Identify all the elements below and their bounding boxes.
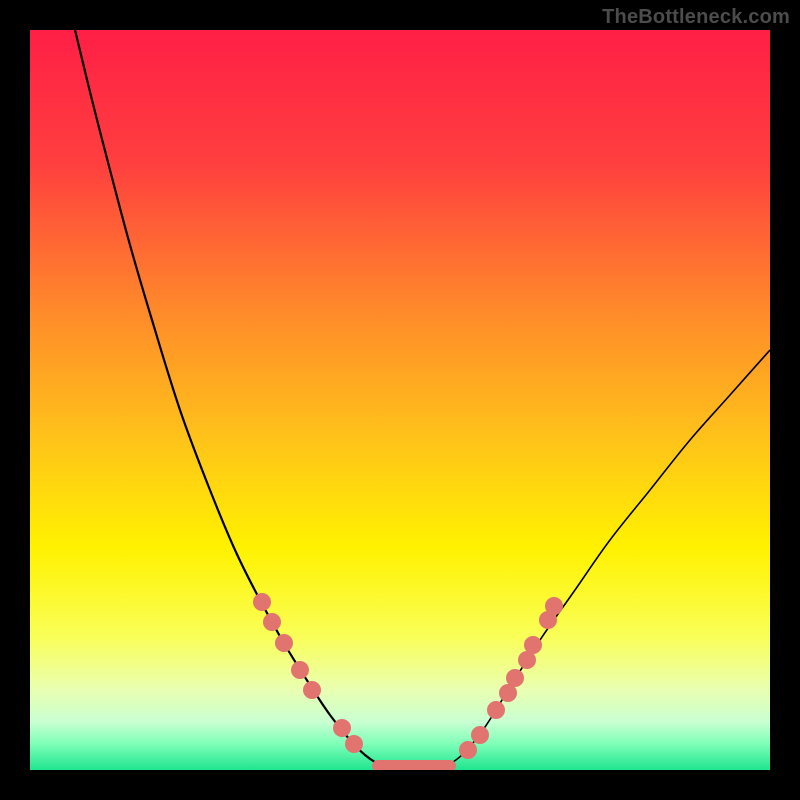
data-marker <box>345 735 363 753</box>
data-marker <box>545 597 563 615</box>
data-marker <box>506 669 524 687</box>
data-marker <box>487 701 505 719</box>
data-marker <box>524 636 542 654</box>
data-marker <box>333 719 351 737</box>
data-marker <box>291 661 309 679</box>
data-marker <box>263 613 281 631</box>
data-marker <box>275 634 293 652</box>
curve-layer <box>30 30 770 770</box>
plot-area <box>30 30 770 770</box>
watermark-text: TheBottleneck.com <box>602 6 790 29</box>
data-marker <box>253 593 271 611</box>
series-left-curve <box>75 30 390 768</box>
data-marker <box>303 681 321 699</box>
data-marker <box>459 741 477 759</box>
data-marker <box>471 726 489 744</box>
chart-frame: TheBottleneck.com <box>0 0 800 800</box>
